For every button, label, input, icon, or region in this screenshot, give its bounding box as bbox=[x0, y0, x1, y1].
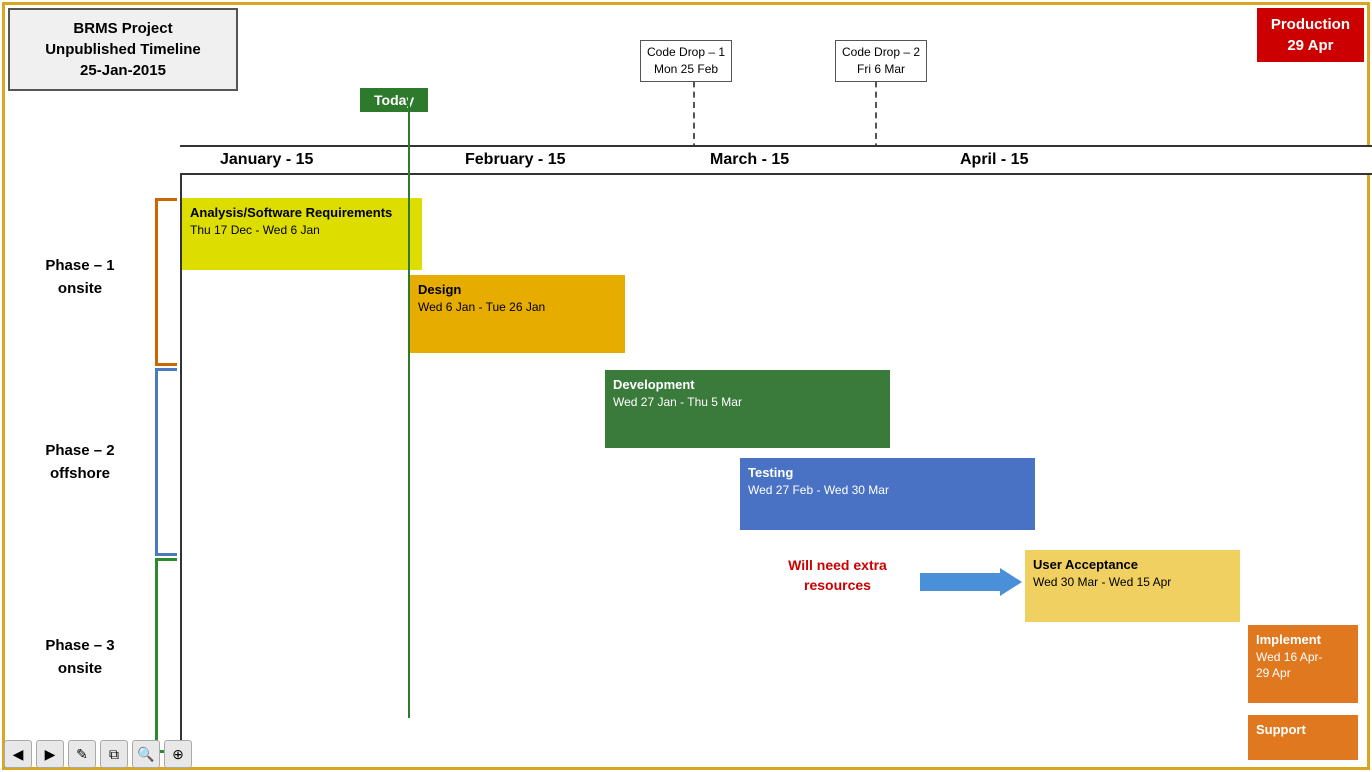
bar-testing: Testing Wed 27 Feb - Wed 30 Mar bbox=[740, 458, 1035, 530]
bar-development-dates: Wed 27 Jan - Thu 5 Mar bbox=[613, 394, 882, 410]
production-line1: Production bbox=[1271, 14, 1350, 35]
bar-implement-dates: Wed 16 Apr-29 Apr bbox=[1256, 649, 1350, 681]
arrow bbox=[920, 568, 1022, 596]
code-drop-1: Code Drop – 1 Mon 25 Feb bbox=[640, 40, 732, 82]
title-line2: Unpublished Timeline bbox=[14, 39, 232, 60]
bar-support-title: Support bbox=[1256, 721, 1350, 739]
phase-3-bracket bbox=[155, 558, 177, 753]
toolbar: ◀ ▶ ✎ ⧉ 🔍 ⊕ bbox=[4, 740, 192, 768]
bar-analysis-dates: Thu 17 Dec - Wed 6 Jan bbox=[190, 222, 414, 238]
today-box: Today bbox=[360, 88, 428, 112]
toolbar-btn-zoom[interactable]: ⊕ bbox=[164, 740, 192, 768]
phase-3-label: Phase – 3onsite bbox=[10, 635, 150, 680]
bar-implement-title: Implement bbox=[1256, 631, 1350, 649]
bar-user-acceptance: User Acceptance Wed 30 Mar - Wed 15 Apr bbox=[1025, 550, 1240, 622]
phase-1-bracket bbox=[155, 198, 177, 366]
code-drop-1-box: Code Drop – 1 Mon 25 Feb bbox=[640, 40, 732, 82]
bar-design-dates: Wed 6 Jan - Tue 26 Jan bbox=[418, 299, 617, 315]
toolbar-btn-next[interactable]: ▶ bbox=[36, 740, 64, 768]
bar-development: Development Wed 27 Jan - Thu 5 Mar bbox=[605, 370, 890, 448]
arrow-head bbox=[1000, 568, 1022, 596]
phase-1-label: Phase – 1onsite bbox=[10, 255, 150, 300]
bar-development-title: Development bbox=[613, 376, 882, 394]
bar-analysis-title: Analysis/Software Requirements bbox=[190, 204, 414, 222]
toolbar-btn-search[interactable]: 🔍 bbox=[132, 740, 160, 768]
today-vertical-line bbox=[408, 88, 410, 718]
bar-design-title: Design bbox=[418, 281, 617, 299]
code-drop-2-box: Code Drop – 2 Fri 6 Mar bbox=[835, 40, 927, 82]
phase-2-label: Phase – 2offshore bbox=[10, 440, 150, 485]
bar-ua-dates: Wed 30 Mar - Wed 15 Apr bbox=[1033, 574, 1232, 590]
bar-ua-title: User Acceptance bbox=[1033, 556, 1232, 574]
bar-support: Support bbox=[1248, 715, 1358, 760]
production-box: Production 29 Apr bbox=[1257, 8, 1364, 62]
toolbar-btn-prev[interactable]: ◀ bbox=[4, 740, 32, 768]
title-box: BRMS Project Unpublished Timeline 25-Jan… bbox=[8, 8, 238, 91]
toolbar-btn-edit[interactable]: ✎ bbox=[68, 740, 96, 768]
bar-testing-title: Testing bbox=[748, 464, 1027, 482]
toolbar-btn-copy[interactable]: ⧉ bbox=[100, 740, 128, 768]
code-drop-2: Code Drop – 2 Fri 6 Mar bbox=[835, 40, 927, 82]
title-line3: 25-Jan-2015 bbox=[14, 60, 232, 81]
month-feb: February - 15 bbox=[465, 151, 565, 169]
bar-testing-dates: Wed 27 Feb - Wed 30 Mar bbox=[748, 482, 1027, 498]
resources-note: Will need extraresources bbox=[760, 556, 915, 595]
month-mar: March - 15 bbox=[710, 151, 789, 169]
arrow-shaft bbox=[920, 573, 1000, 591]
today-marker: Today bbox=[360, 88, 428, 112]
bar-analysis: Analysis/Software Requirements Thu 17 De… bbox=[182, 198, 422, 270]
month-row: January - 15 February - 15 March - 15 Ap… bbox=[180, 145, 1372, 175]
production-line2: 29 Apr bbox=[1271, 35, 1350, 56]
month-jan: January - 15 bbox=[220, 151, 313, 169]
title-line1: BRMS Project bbox=[14, 18, 232, 39]
phase-2-bracket bbox=[155, 368, 177, 556]
bar-implement: Implement Wed 16 Apr-29 Apr bbox=[1248, 625, 1358, 703]
month-apr: April - 15 bbox=[960, 151, 1028, 169]
bar-design: Design Wed 6 Jan - Tue 26 Jan bbox=[410, 275, 625, 353]
